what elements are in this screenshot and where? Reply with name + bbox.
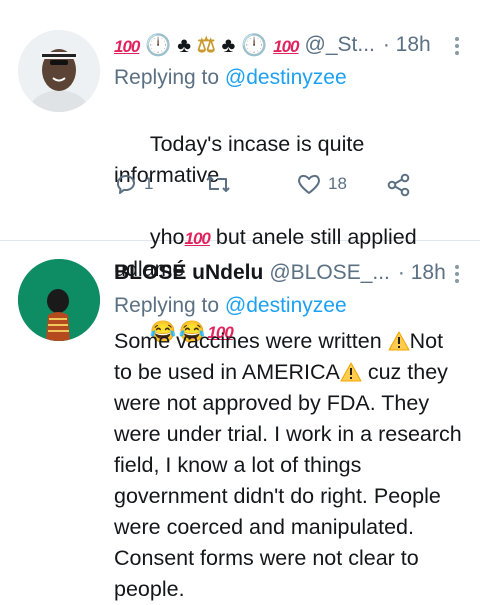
warning-icon — [340, 362, 362, 382]
user-handle[interactable]: @_St... — [305, 33, 375, 57]
scales-icon: ⚖ — [196, 33, 216, 57]
user-name[interactable]: BLOSÉ uNdelu — [114, 261, 263, 285]
comment-icon — [116, 175, 135, 194]
mention-link[interactable]: @destinyzee — [225, 294, 347, 317]
user-handle[interactable]: @BLOSE_... — [269, 261, 390, 285]
hundred-icon: 100 — [114, 36, 140, 56]
more-vertical-icon[interactable] — [448, 35, 466, 55]
replying-to: Replying to @destinyzee — [114, 290, 466, 322]
avatar-photo — [18, 259, 100, 341]
tweet-header: 100 🕛 ♣ ⚖ ♣ 🕛 100 @_St... · 18h — [114, 28, 466, 62]
heart-icon — [298, 174, 320, 194]
reply-button[interactable]: 1 — [114, 172, 153, 196]
mention-link[interactable]: @destinyzee — [225, 66, 347, 89]
reply-count: 1 — [144, 174, 154, 193]
retweet-icon — [206, 176, 230, 192]
more-vertical-icon[interactable] — [448, 263, 466, 283]
tweet-text-part: cuz they — [361, 360, 448, 384]
tweet-actions: 1 18 — [114, 172, 414, 202]
tweet-header: BLOSÉ uNdelu @BLOSE_... · 18h — [114, 256, 466, 290]
retweet-button[interactable] — [204, 172, 232, 196]
tweet[interactable]: BLOSÉ uNdelu @BLOSE_... · 18h Replying t… — [0, 241, 480, 601]
user-name-emojis[interactable]: 100 🕛 ♣ ⚖ ♣ 🕛 100 — [114, 33, 300, 58]
tweet-text-part: to be used in AMERICA — [114, 360, 340, 384]
tweet-text-part: Some vaccines were written — [114, 329, 388, 353]
avatar[interactable] — [18, 259, 100, 341]
clock-icon: 🕛 — [241, 33, 268, 57]
tweet-text: Some vaccines were written Not to be use… — [114, 326, 466, 605]
share-icon — [387, 173, 410, 197]
clock-icon: 🕛 — [145, 33, 172, 57]
timestamp[interactable]: · 18h — [383, 33, 431, 57]
like-button[interactable]: 18 — [296, 172, 347, 196]
replying-to: Replying to @destinyzee — [114, 62, 466, 94]
tweet-text-part: Not — [409, 329, 444, 353]
timestamp[interactable]: · 18h — [398, 261, 446, 285]
avatar-photo — [18, 30, 100, 112]
club-icon: ♣ — [177, 33, 191, 57]
avatar[interactable] — [18, 30, 100, 112]
tweet-text-part: were not approved by FDA. They were unde… — [114, 391, 462, 601]
hundred-icon: 100 — [273, 36, 299, 56]
club-icon: ♣ — [221, 33, 236, 57]
like-count: 18 — [328, 174, 347, 193]
tweet-content: BLOSÉ uNdelu @BLOSE_... · 18h Replying t… — [114, 256, 466, 605]
tweet[interactable]: 100 🕛 ♣ ⚖ ♣ 🕛 100 @_St... · 18h Replying… — [0, 0, 480, 344]
share-button[interactable] — [386, 172, 412, 198]
warning-icon — [388, 331, 410, 351]
replying-label: Replying to — [114, 294, 220, 317]
replying-label: Replying to — [114, 66, 220, 89]
